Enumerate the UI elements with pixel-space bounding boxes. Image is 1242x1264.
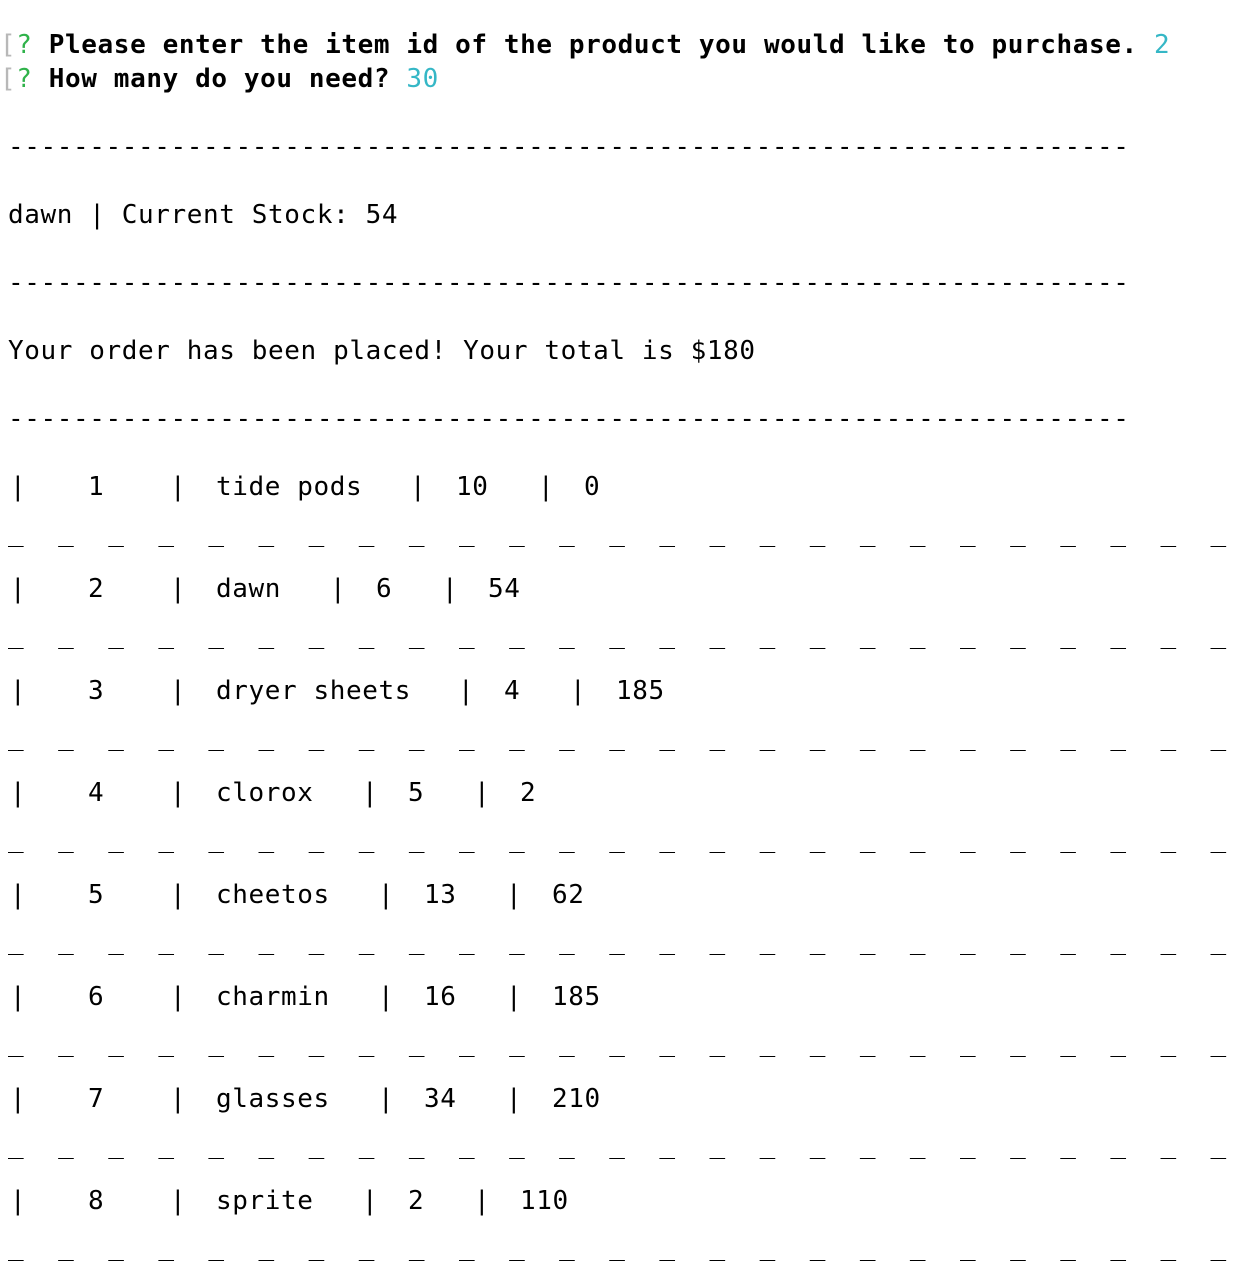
column-separator: | <box>170 574 187 604</box>
column-separator: | <box>506 880 523 910</box>
item-id: 8 <box>88 1186 105 1216</box>
divider: ----------------------------------------… <box>8 268 1130 298</box>
column-separator: | <box>10 880 27 910</box>
item-name: sprite <box>216 1186 314 1216</box>
column-separator: | <box>458 676 475 706</box>
column-separator: | <box>170 676 187 706</box>
item-id: 3 <box>88 676 105 706</box>
column-separator: | <box>170 1084 187 1114</box>
item-id: 6 <box>88 982 105 1012</box>
item-stock: 210 <box>552 1084 601 1114</box>
row-separator: _ _ _ _ _ _ _ _ _ _ _ _ _ _ _ _ _ _ _ _ … <box>8 1130 1242 1160</box>
item-price: 5 <box>408 778 425 808</box>
order-confirmation: Your order has been placed! Your total i… <box>8 336 756 366</box>
item-id: 5 <box>88 880 105 910</box>
column-separator: | <box>170 982 187 1012</box>
item-stock: 110 <box>520 1186 569 1216</box>
column-separator: | <box>362 778 379 808</box>
divider: ----------------------------------------… <box>8 132 1130 162</box>
prompt-quantity: [? How many do you need? 30 <box>0 62 439 96</box>
column-separator: | <box>10 1186 27 1216</box>
column-separator: | <box>378 982 395 1012</box>
column-separator: | <box>330 574 347 604</box>
column-separator: | <box>10 778 27 808</box>
column-separator: | <box>410 472 427 502</box>
prompt-item-id: [? Please enter the item id of the produ… <box>0 28 1170 62</box>
item-price: 6 <box>376 574 393 604</box>
item-id: 1 <box>88 472 105 502</box>
question-mark-icon: ? <box>16 64 33 94</box>
column-separator: | <box>170 472 187 502</box>
item-price: 34 <box>424 1084 457 1114</box>
item-stock: 185 <box>552 982 601 1012</box>
item-stock: 62 <box>552 880 585 910</box>
item-stock: 0 <box>584 472 601 502</box>
column-separator: | <box>474 778 491 808</box>
column-separator: | <box>10 676 27 706</box>
item-id: 2 <box>88 574 105 604</box>
item-price: 2 <box>408 1186 425 1216</box>
item-name: cheetos <box>216 880 330 910</box>
column-separator: | <box>506 1084 523 1114</box>
item-stock: 185 <box>616 676 665 706</box>
item-price: 10 <box>456 472 489 502</box>
prompt-question: Please enter the item id of the product … <box>48 30 1138 60</box>
item-name: dryer sheets <box>216 676 412 706</box>
row-separator: _ _ _ _ _ _ _ _ _ _ _ _ _ _ _ _ _ _ _ _ … <box>8 620 1242 650</box>
prompt-question: How many do you need? <box>48 64 391 94</box>
column-separator: | <box>538 472 555 502</box>
column-separator: | <box>378 1084 395 1114</box>
row-separator: _ _ _ _ _ _ _ _ _ _ _ _ _ _ _ _ _ _ _ _ … <box>8 1232 1242 1262</box>
prompt-answer[interactable]: 30 <box>406 64 439 94</box>
stock-status: dawn | Current Stock: 54 <box>8 200 399 230</box>
divider: ----------------------------------------… <box>8 404 1130 434</box>
question-mark-icon: ? <box>16 30 33 60</box>
row-separator: _ _ _ _ _ _ _ _ _ _ _ _ _ _ _ _ _ _ _ _ … <box>8 926 1242 956</box>
prompt-answer[interactable]: 2 <box>1154 30 1170 60</box>
item-stock: 54 <box>488 574 521 604</box>
column-separator: | <box>170 778 187 808</box>
column-separator: | <box>10 574 27 604</box>
column-separator: | <box>474 1186 491 1216</box>
row-separator: _ _ _ _ _ _ _ _ _ _ _ _ _ _ _ _ _ _ _ _ … <box>8 824 1242 854</box>
column-separator: | <box>10 982 27 1012</box>
column-separator: | <box>10 472 27 502</box>
item-name: tide pods <box>216 472 363 502</box>
prompt-bracket: [ <box>0 64 17 94</box>
column-separator: | <box>170 880 187 910</box>
column-separator: | <box>506 982 523 1012</box>
item-price: 13 <box>424 880 457 910</box>
item-id: 7 <box>88 1084 105 1114</box>
prompt-bracket: [ <box>0 30 17 60</box>
column-separator: | <box>362 1186 379 1216</box>
item-name: charmin <box>216 982 330 1012</box>
row-separator: _ _ _ _ _ _ _ _ _ _ _ _ _ _ _ _ _ _ _ _ … <box>8 722 1242 752</box>
item-id: 4 <box>88 778 105 808</box>
item-name: clorox <box>216 778 314 808</box>
row-separator: _ _ _ _ _ _ _ _ _ _ _ _ _ _ _ _ _ _ _ _ … <box>8 518 1242 548</box>
column-separator: | <box>378 880 395 910</box>
item-stock: 2 <box>520 778 537 808</box>
item-price: 4 <box>504 676 521 706</box>
column-separator: | <box>170 1186 187 1216</box>
item-price: 16 <box>424 982 457 1012</box>
column-separator: | <box>570 676 587 706</box>
row-separator: _ _ _ _ _ _ _ _ _ _ _ _ _ _ _ _ _ _ _ _ … <box>8 1028 1242 1058</box>
column-separator: | <box>10 1084 27 1114</box>
column-separator: | <box>442 574 459 604</box>
terminal-window: [? Please enter the item id of the produ… <box>0 0 1242 1262</box>
item-name: dawn <box>216 574 282 604</box>
item-name: glasses <box>216 1084 330 1114</box>
